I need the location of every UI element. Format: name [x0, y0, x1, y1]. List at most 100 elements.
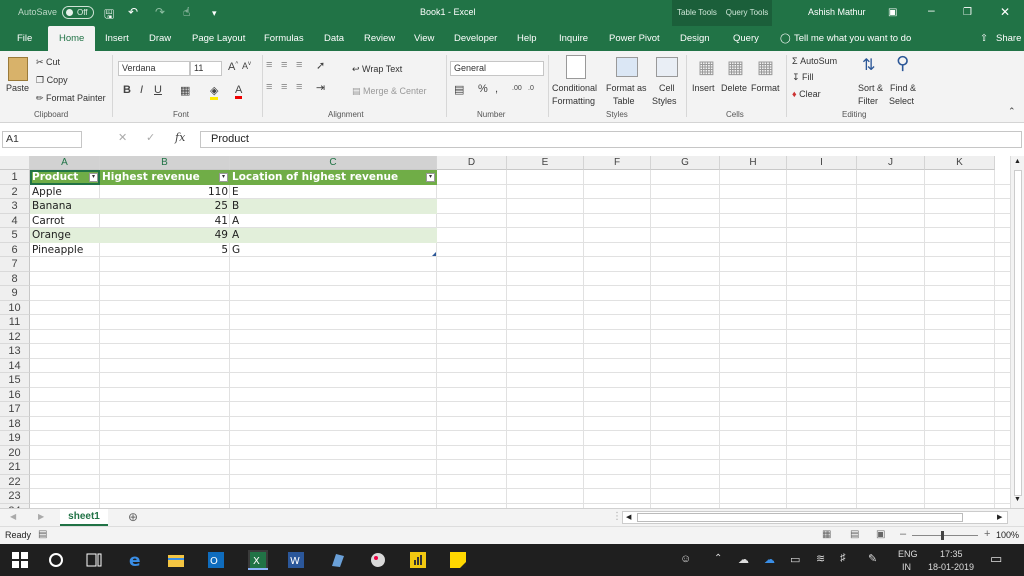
cell-styles-icon[interactable] — [656, 57, 678, 77]
tab-power-pivot[interactable]: Power Pivot — [609, 26, 660, 51]
tab-view[interactable]: View — [414, 26, 434, 51]
find-select-line2[interactable]: Select — [889, 96, 914, 106]
clock-date[interactable]: 18-01-2019 — [928, 562, 974, 572]
table-header-cell[interactable]: Location of highest revenue — [230, 170, 437, 185]
paste-button[interactable]: Paste — [6, 83, 29, 93]
sort-filter-line2[interactable]: Filter — [858, 96, 878, 106]
align-top-icon[interactable]: ≡ — [266, 59, 272, 71]
pen-icon[interactable]: ✎ — [868, 552, 877, 565]
scroll-up-icon[interactable]: ▲ — [1014, 158, 1021, 165]
table-cell[interactable]: E — [230, 185, 437, 200]
insert-function-icon[interactable]: fx — [175, 131, 185, 144]
currency-icon[interactable]: ▤ — [454, 83, 464, 96]
font-name-select[interactable]: Verdana — [118, 61, 190, 76]
table-resize-handle[interactable] — [432, 252, 436, 256]
task-view-icon[interactable] — [86, 552, 102, 568]
row-header-5[interactable]: 5 — [0, 228, 30, 243]
row-header-3[interactable]: 3 — [0, 199, 30, 214]
table-cell[interactable]: A — [230, 228, 437, 243]
table-cell[interactable]: 25 — [100, 199, 230, 214]
row-header-4[interactable]: 4 — [0, 213, 30, 228]
merge-center-button[interactable]: ▤ Merge & Center — [352, 86, 427, 97]
row-header-18[interactable]: 18 — [0, 416, 30, 431]
column-header-c[interactable]: C — [230, 156, 437, 170]
table-cell[interactable]: Banana — [30, 199, 100, 214]
word-icon[interactable]: W — [288, 552, 304, 568]
row-header-17[interactable]: 17 — [0, 402, 30, 417]
tab-data[interactable]: Data — [324, 26, 344, 51]
filter-dropdown-icon[interactable]: ▾ — [89, 172, 98, 182]
orientation-icon[interactable]: ➚ — [316, 59, 325, 72]
format-painter-button[interactable]: ✏ Format Painter — [36, 93, 106, 104]
user-name[interactable]: Ashish Mathur — [808, 7, 866, 17]
formula-input[interactable]: Product — [200, 131, 1022, 148]
file-explorer-icon[interactable] — [168, 552, 184, 568]
column-header-i[interactable]: I — [787, 156, 857, 170]
find-select-line1[interactable]: Find & — [890, 83, 916, 93]
save-icon[interactable]: 🖫 — [104, 5, 114, 26]
row-header-14[interactable]: 14 — [0, 358, 30, 373]
zoom-level[interactable]: 100% — [996, 530, 1019, 540]
indent-icon[interactable]: ⇥ — [316, 81, 325, 94]
paste-icon[interactable] — [8, 57, 28, 81]
bold-icon[interactable]: B — [123, 84, 131, 96]
format-as-table-line1[interactable]: Format as — [606, 83, 647, 93]
battery-icon[interactable]: ▭ — [790, 553, 800, 566]
sort-filter-icon[interactable]: ⇅ — [862, 55, 875, 75]
grow-font-icon[interactable]: A^ — [228, 61, 238, 73]
volume-icon[interactable]: ♯ — [840, 552, 846, 564]
table-cell[interactable]: 41 — [100, 214, 230, 229]
underline-icon[interactable]: U — [154, 84, 162, 96]
select-all-corner[interactable] — [0, 156, 30, 170]
zoom-out-icon[interactable]: – — [900, 528, 906, 540]
column-header-g[interactable]: G — [651, 156, 720, 170]
ribbon-display-icon[interactable]: ▣ — [888, 7, 897, 18]
row-header-21[interactable]: 21 — [0, 460, 30, 475]
row-header-16[interactable]: 16 — [0, 387, 30, 402]
tab-page-layout[interactable]: Page Layout — [192, 26, 245, 51]
tab-draw[interactable]: Draw — [149, 26, 171, 51]
insert-cells-icon[interactable]: ▦ — [698, 57, 715, 78]
language-region[interactable]: IN — [902, 562, 911, 572]
tab-inquire[interactable]: Inquire — [559, 26, 588, 51]
macro-record-icon[interactable]: ▤ — [38, 529, 47, 540]
format-cells-icon[interactable]: ▦ — [757, 57, 774, 78]
find-select-icon[interactable]: ⚲ — [896, 53, 909, 74]
horizontal-scrollbar[interactable]: ◀ ▶ — [622, 511, 1008, 524]
row-header-1[interactable]: 1 — [0, 170, 30, 185]
clear-button[interactable]: ♦ Clear — [792, 89, 821, 99]
table-header-cell[interactable]: Highest revenue — [100, 170, 230, 185]
h-scroll-thumb[interactable] — [637, 513, 963, 522]
table-cell[interactable]: 49 — [100, 228, 230, 243]
tab-review[interactable]: Review — [364, 26, 395, 51]
shrink-font-icon[interactable]: Av — [242, 61, 251, 71]
app-icon-2[interactable] — [370, 552, 386, 568]
row-header-9[interactable]: 9 — [0, 286, 30, 301]
notification-icon[interactable]: ▭ — [990, 551, 1002, 567]
windows-start-icon[interactable] — [12, 552, 28, 568]
outlook-icon[interactable]: O — [208, 552, 224, 568]
app-icon-1[interactable] — [330, 552, 346, 568]
excel-taskbar-icon[interactable]: X — [248, 550, 268, 570]
row-header-10[interactable]: 10 — [0, 300, 30, 315]
close-icon[interactable]: ✕ — [1000, 5, 1010, 19]
column-header-e[interactable]: E — [507, 156, 584, 170]
search-circle-icon[interactable] — [48, 552, 64, 568]
format-as-table-icon[interactable] — [616, 57, 638, 77]
column-header-b[interactable]: B — [100, 156, 230, 170]
column-header-h[interactable]: H — [720, 156, 787, 170]
increase-decimal-icon[interactable]: .00 — [512, 85, 522, 92]
edge-icon[interactable]: e — [128, 551, 144, 571]
onedrive-personal-icon[interactable]: ☁ — [738, 553, 749, 566]
powerbi-icon[interactable] — [410, 552, 426, 568]
scroll-down-icon[interactable]: ▼ — [1014, 496, 1021, 503]
worksheet-grid[interactable]: ABCDEFGHIJK 1 2 3 4 5 6 7 8 9 10 11 12 13 14 15 16 17 18 1… — [0, 156, 1010, 508]
row-header-8[interactable]: 8 — [0, 271, 30, 286]
scroll-left-icon[interactable]: ◀ — [626, 513, 631, 521]
decrease-decimal-icon[interactable]: .0 — [528, 85, 534, 92]
touch-mode-icon[interactable]: ☝ — [183, 5, 190, 19]
tab-developer[interactable]: Developer — [454, 26, 497, 51]
italic-icon[interactable]: I — [140, 84, 143, 96]
column-header-j[interactable]: J — [857, 156, 925, 170]
row-header-11[interactable]: 11 — [0, 315, 30, 330]
